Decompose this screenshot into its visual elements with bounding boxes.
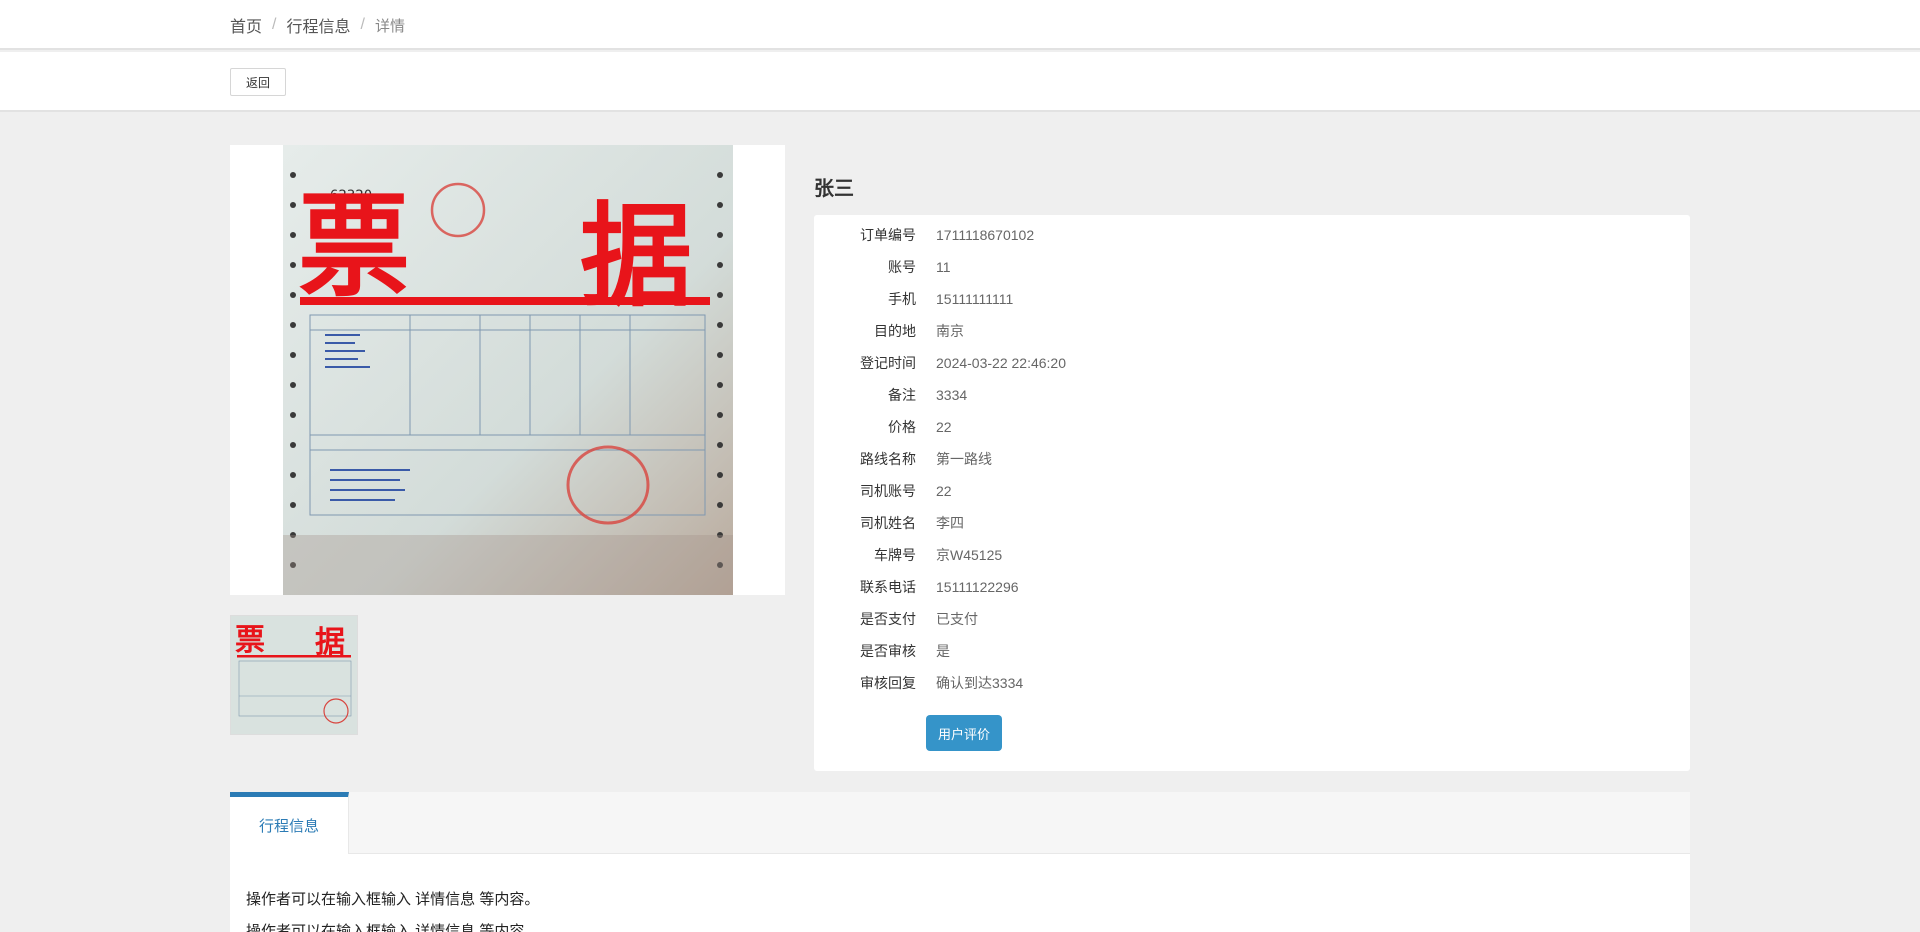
field-value: 1711118670102 <box>936 227 1035 243</box>
field-label: 登记时间 <box>860 355 916 371</box>
field-value: 15111111111 <box>936 291 1014 307</box>
tab-content: 操作者可以在输入框输入 详情信息 等内容。 操作者可以在输入框输入 详情信息 等… <box>246 884 539 932</box>
top-bar: 首页 / 行程信息 / 详情 <box>0 0 1920 50</box>
field-row: 是否审核 是 <box>814 635 1690 667</box>
tab-trip-info[interactable]: 行程信息 <box>230 792 349 854</box>
tabs-panel: 行程信息 操作者可以在输入框输入 详情信息 等内容。 操作者可以在输入框输入 详… <box>230 792 1690 932</box>
field-row: 价格 22 <box>814 411 1690 443</box>
field-value: 南京 <box>936 323 964 339</box>
field-row: 是否支付 已支付 <box>814 603 1690 635</box>
breadcrumb-separator: / <box>360 16 365 33</box>
field-label: 手机 <box>888 291 916 307</box>
field-value: 22 <box>936 483 952 499</box>
field-label: 备注 <box>888 387 916 403</box>
field-value: 是 <box>936 643 950 659</box>
tab-header: 行程信息 <box>230 792 1690 854</box>
action-bar: 返回 <box>0 52 1920 112</box>
field-label: 联系电话 <box>860 579 916 595</box>
field-row: 订单编号 1711118670102 <box>814 219 1690 251</box>
field-label: 账号 <box>888 259 916 275</box>
svg-text:票: 票 <box>235 623 265 658</box>
field-row: 司机姓名 李四 <box>814 507 1690 539</box>
field-row: 登记时间 2024-03-22 22:46:20 <box>814 347 1690 379</box>
field-value: 第一路线 <box>936 451 992 467</box>
receipt-thumbnail: 票 据 <box>231 616 357 734</box>
field-row: 司机账号 22 <box>814 475 1690 507</box>
field-row: 路线名称 第一路线 <box>814 443 1690 475</box>
field-label: 目的地 <box>874 323 916 339</box>
breadcrumb: 首页 / 行程信息 / 详情 <box>230 13 405 37</box>
field-row: 车牌号 京W45125 <box>814 539 1690 571</box>
back-button[interactable]: 返回 <box>230 68 286 96</box>
field-row: 账号 11 <box>814 251 1690 283</box>
field-label: 路线名称 <box>860 451 916 467</box>
content-line: 操作者可以在输入框输入 详情信息 等内容。 <box>246 923 540 932</box>
receipt-photo: 62320 票 据 <box>230 145 785 595</box>
field-value: 11 <box>936 259 951 275</box>
field-label: 订单编号 <box>860 227 916 243</box>
field-label: 司机账号 <box>860 483 916 499</box>
field-row: 手机 15111111111 <box>814 283 1690 315</box>
breadcrumb-home[interactable]: 首页 <box>230 13 262 37</box>
field-label: 是否支付 <box>860 611 916 627</box>
field-value: 22 <box>936 419 952 435</box>
field-row: 目的地 南京 <box>814 315 1690 347</box>
field-row: 联系电话 15111122296 <box>814 571 1690 603</box>
field-label: 价格 <box>888 419 916 435</box>
breadcrumb-section[interactable]: 行程信息 <box>286 13 350 37</box>
page-title: 张三 <box>814 178 854 200</box>
content-line: 操作者可以在输入框输入 详情信息 等内容。 <box>246 891 540 908</box>
field-value: 15111122296 <box>936 579 1019 595</box>
image-thumbnail[interactable]: 票 据 <box>230 615 358 735</box>
receipt-image: 62320 票 据 <box>230 145 785 595</box>
field-label: 审核回复 <box>860 675 916 691</box>
field-value: 确认到达3334 <box>936 675 1024 691</box>
field-value: 李四 <box>936 515 964 531</box>
field-row: 审核回复 确认到达3334 <box>814 667 1690 699</box>
field-row: 备注 3334 <box>814 379 1690 411</box>
breadcrumb-separator: / <box>272 16 277 33</box>
field-label: 司机姓名 <box>860 515 916 531</box>
svg-text:票: 票 <box>298 182 410 312</box>
field-label: 是否审核 <box>860 643 916 659</box>
detail-card: 订单编号 1711118670102 账号 11 手机 15111111111 … <box>814 215 1690 771</box>
user-review-button[interactable]: 用户评价 <box>926 715 1002 751</box>
field-value: 已支付 <box>936 611 978 627</box>
svg-text:据: 据 <box>315 625 345 660</box>
field-label: 车牌号 <box>874 547 916 563</box>
breadcrumb-current: 详情 <box>374 17 405 35</box>
field-value: 2024-03-22 22:46:20 <box>936 355 1066 371</box>
field-value: 京W45125 <box>936 547 1003 563</box>
field-value: 3334 <box>936 387 968 403</box>
